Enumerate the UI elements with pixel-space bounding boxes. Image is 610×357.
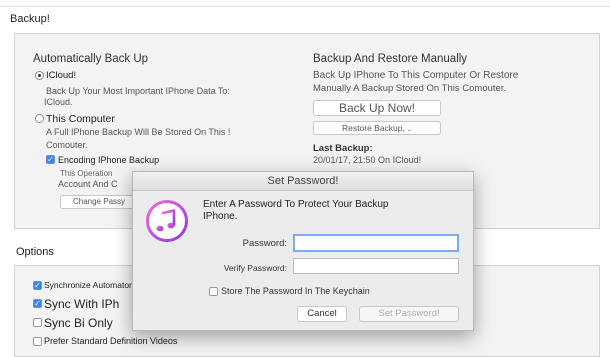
verify-password-label: Verify Password:: [223, 263, 287, 273]
options-section-title: Options: [16, 246, 54, 258]
sync-only-checked-checkbox[interactable]: [33, 318, 42, 327]
sync-wifi-checkbox[interactable]: ✓: [33, 299, 42, 308]
sync-auto-checkbox[interactable]: ✓: [33, 281, 42, 290]
computer-description-line1: A Full IPhone Backup Will Be Stored On T…: [46, 127, 231, 137]
manual-description-line1: Back Up IPhone To This Computer Or Resto…: [313, 70, 519, 81]
computer-description-line2: Comouter.: [46, 140, 88, 150]
last-backup-heading: Last Backup:: [313, 143, 373, 154]
sync-auto-label[interactable]: Synchronize Automaton: [44, 280, 134, 290]
keychain-label[interactable]: Store The Password In The Keychain: [221, 286, 370, 296]
encrypt-backup-checkbox[interactable]: ✓: [46, 155, 55, 164]
cancel-button[interactable]: Cancel: [297, 306, 347, 322]
icloud-description-line2: ICloud.: [44, 97, 73, 107]
encrypt-description-line1: This Operation: [60, 169, 113, 178]
password-input[interactable]: [293, 234, 459, 252]
auto-backup-heading: Automatically Back Up: [33, 53, 149, 65]
back-up-now-button[interactable]: Back Up Now!: [313, 100, 441, 116]
encrypt-backup-label[interactable]: Encoding IPhone Backup: [58, 155, 159, 165]
window-top-edge: [0, 0, 610, 7]
sync-only-checked-label[interactable]: Sync Bi Only: [44, 316, 113, 330]
dialog-message-line1: Enter A Password To Protect Your Backup: [203, 199, 389, 210]
keychain-checkbox[interactable]: [209, 287, 218, 296]
icloud-radio[interactable]: [35, 71, 44, 80]
this-computer-radio[interactable]: [35, 114, 44, 123]
manual-backup-heading: Backup And Restore Manually: [313, 53, 468, 65]
prefer-sd-label[interactable]: Prefer Standard Definition Videos: [44, 336, 177, 346]
password-label: Password:: [242, 238, 287, 249]
manual-description-line2: Manually A Backup Stored On This Comoute…: [313, 83, 507, 94]
backup-section-title: Backup!: [10, 13, 50, 25]
restore-backup-button[interactable]: Restore Backup, ..: [313, 121, 441, 135]
icloud-label[interactable]: ICloud!: [46, 70, 76, 81]
last-backup-value: 20/01/17, 21:50 On ICloud!: [313, 155, 422, 165]
set-password-button[interactable]: Set Password!: [359, 306, 459, 322]
itunes-music-icon: [146, 200, 188, 242]
this-computer-label[interactable]: This Computer: [46, 113, 115, 125]
dialog-message-line2: IPhone.: [203, 211, 238, 222]
change-password-button[interactable]: Change Passy: [60, 195, 138, 209]
prefer-sd-checkbox[interactable]: [33, 337, 42, 346]
verify-password-input[interactable]: [293, 258, 459, 274]
set-password-dialog: Set Password! Enter A Password To Protec…: [132, 171, 474, 331]
icloud-description-line1: Back Up Your Most Important IPhone Data …: [46, 86, 230, 96]
dialog-title: Set Password!: [133, 172, 473, 191]
encrypt-description-line2: Account And C: [58, 179, 118, 189]
sync-wifi-label[interactable]: Sync With IPh: [44, 297, 119, 311]
